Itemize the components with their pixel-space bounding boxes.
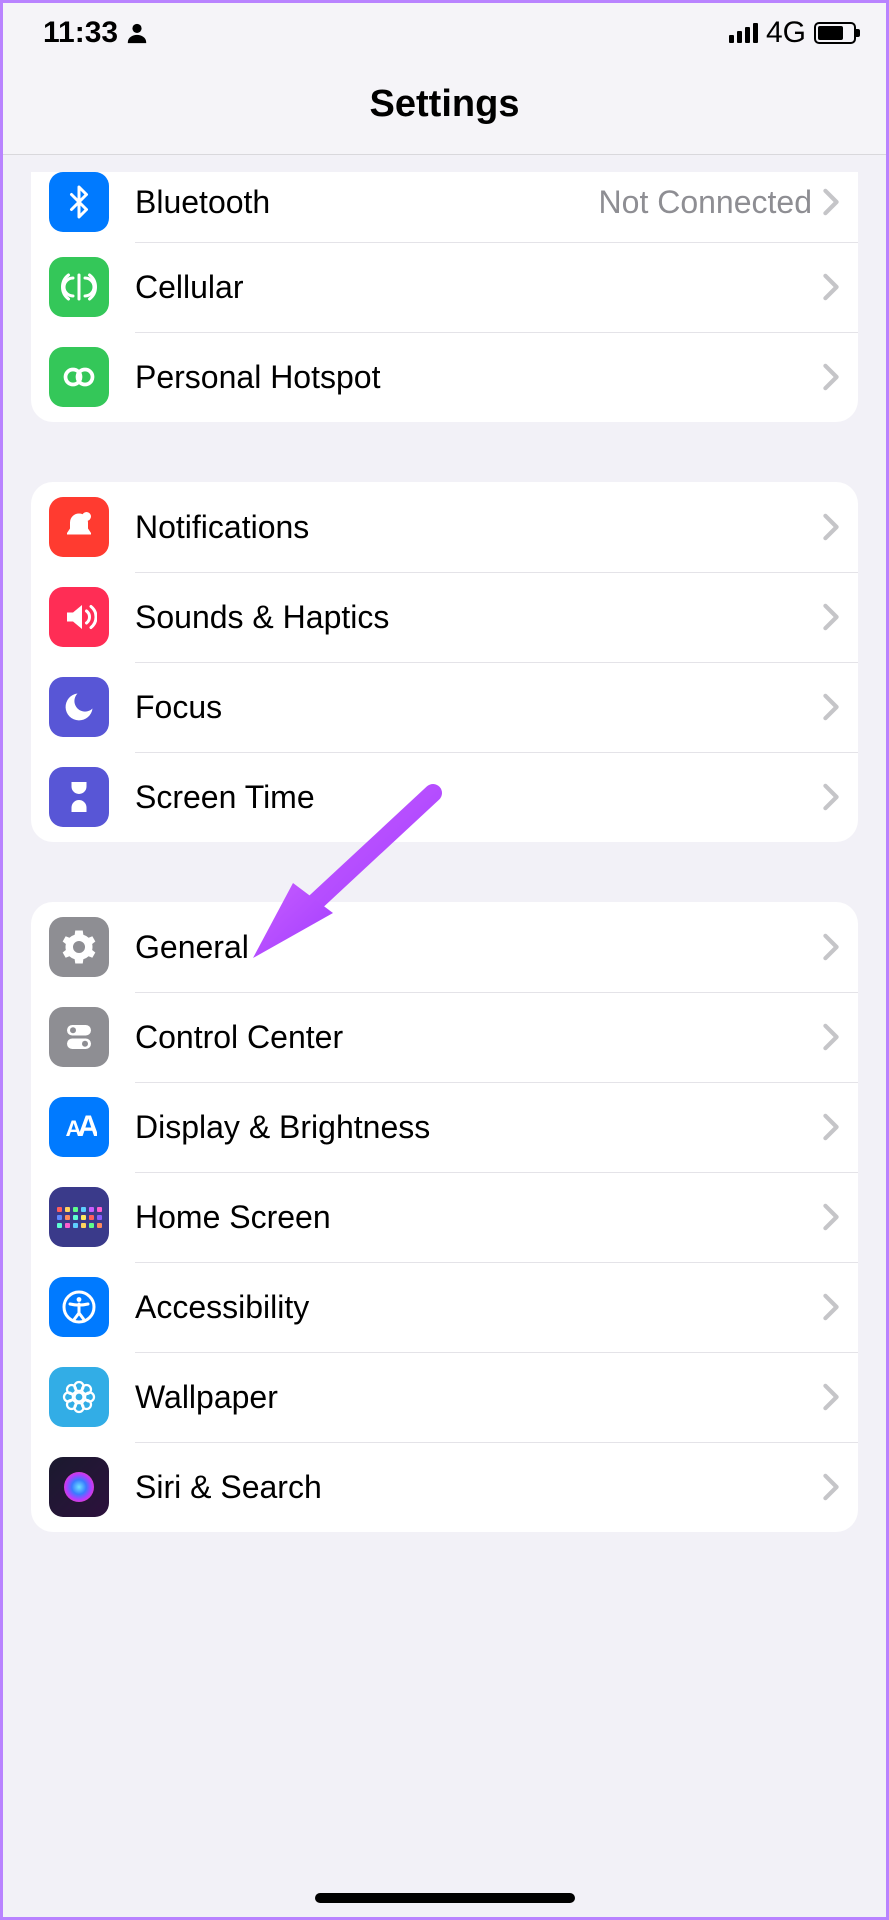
nav-header: Settings: [3, 63, 886, 155]
row-display-brightness[interactable]: AA Display & Brightness: [31, 1082, 858, 1172]
row-notifications[interactable]: Notifications: [31, 482, 858, 572]
row-label: Siri & Search: [135, 1469, 822, 1506]
chevron-right-icon: [822, 363, 840, 391]
settings-group-connectivity: Bluetooth Not Connected Cellular Persona…: [31, 172, 858, 422]
notifications-icon: [49, 497, 109, 557]
row-label: Personal Hotspot: [135, 359, 822, 396]
home-indicator[interactable]: [315, 1893, 575, 1903]
cellular-icon: [49, 257, 109, 317]
row-label: Focus: [135, 689, 822, 726]
row-detail: Not Connected: [599, 184, 812, 221]
status-time: 11:33: [43, 16, 118, 50]
settings-list: Bluetooth Not Connected Cellular Persona…: [3, 172, 886, 1917]
siri-icon: [49, 1457, 109, 1517]
row-bluetooth[interactable]: Bluetooth Not Connected: [31, 172, 858, 242]
row-label: Display & Brightness: [135, 1109, 822, 1146]
chevron-right-icon: [822, 693, 840, 721]
chevron-right-icon: [822, 273, 840, 301]
row-label: General: [135, 929, 822, 966]
row-label: Notifications: [135, 509, 822, 546]
display-icon: AA: [49, 1097, 109, 1157]
row-cellular[interactable]: Cellular: [31, 242, 858, 332]
battery-icon: [814, 22, 856, 44]
status-right: 4G: [729, 16, 856, 50]
chevron-right-icon: [822, 1203, 840, 1231]
status-bar: 11:33 4G: [3, 3, 886, 63]
row-label: Wallpaper: [135, 1379, 822, 1416]
chevron-right-icon: [822, 1113, 840, 1141]
row-personal-hotspot[interactable]: Personal Hotspot: [31, 332, 858, 422]
row-label: Bluetooth: [135, 184, 599, 221]
status-left: 11:33: [43, 16, 148, 50]
network-label: 4G: [766, 16, 806, 50]
profile-icon: [126, 22, 148, 44]
row-wallpaper[interactable]: Wallpaper: [31, 1352, 858, 1442]
svg-text:A: A: [78, 1110, 98, 1143]
accessibility-icon: [49, 1277, 109, 1337]
signal-icon: [729, 23, 758, 43]
chevron-right-icon: [822, 1383, 840, 1411]
sounds-icon: [49, 587, 109, 647]
chevron-right-icon: [822, 933, 840, 961]
row-general[interactable]: General: [31, 902, 858, 992]
row-label: Control Center: [135, 1019, 822, 1056]
hotspot-icon: [49, 347, 109, 407]
row-label: Accessibility: [135, 1289, 822, 1326]
row-control-center[interactable]: Control Center: [31, 992, 858, 1082]
row-siri-search[interactable]: Siri & Search: [31, 1442, 858, 1532]
chevron-right-icon: [822, 1023, 840, 1051]
settings-group-alerts: Notifications Sounds & Haptics Focus Scr…: [31, 482, 858, 842]
page-title: Settings: [3, 83, 886, 126]
screen-time-icon: [49, 767, 109, 827]
settings-group-general: General Control Center AA Display & Brig…: [31, 902, 858, 1532]
row-label: Cellular: [135, 269, 822, 306]
wallpaper-icon: [49, 1367, 109, 1427]
chevron-right-icon: [822, 1473, 840, 1501]
chevron-right-icon: [822, 783, 840, 811]
focus-icon: [49, 677, 109, 737]
row-label: Sounds & Haptics: [135, 599, 822, 636]
row-screen-time[interactable]: Screen Time: [31, 752, 858, 842]
row-home-screen[interactable]: Home Screen: [31, 1172, 858, 1262]
row-focus[interactable]: Focus: [31, 662, 858, 752]
row-label: Screen Time: [135, 779, 822, 816]
bluetooth-icon: [49, 172, 109, 232]
chevron-right-icon: [822, 513, 840, 541]
control-center-icon: [49, 1007, 109, 1067]
row-accessibility[interactable]: Accessibility: [31, 1262, 858, 1352]
chevron-right-icon: [822, 188, 840, 216]
row-sounds-haptics[interactable]: Sounds & Haptics: [31, 572, 858, 662]
row-label: Home Screen: [135, 1199, 822, 1236]
home-screen-icon: [49, 1187, 109, 1247]
gear-icon: [49, 917, 109, 977]
chevron-right-icon: [822, 603, 840, 631]
chevron-right-icon: [822, 1293, 840, 1321]
